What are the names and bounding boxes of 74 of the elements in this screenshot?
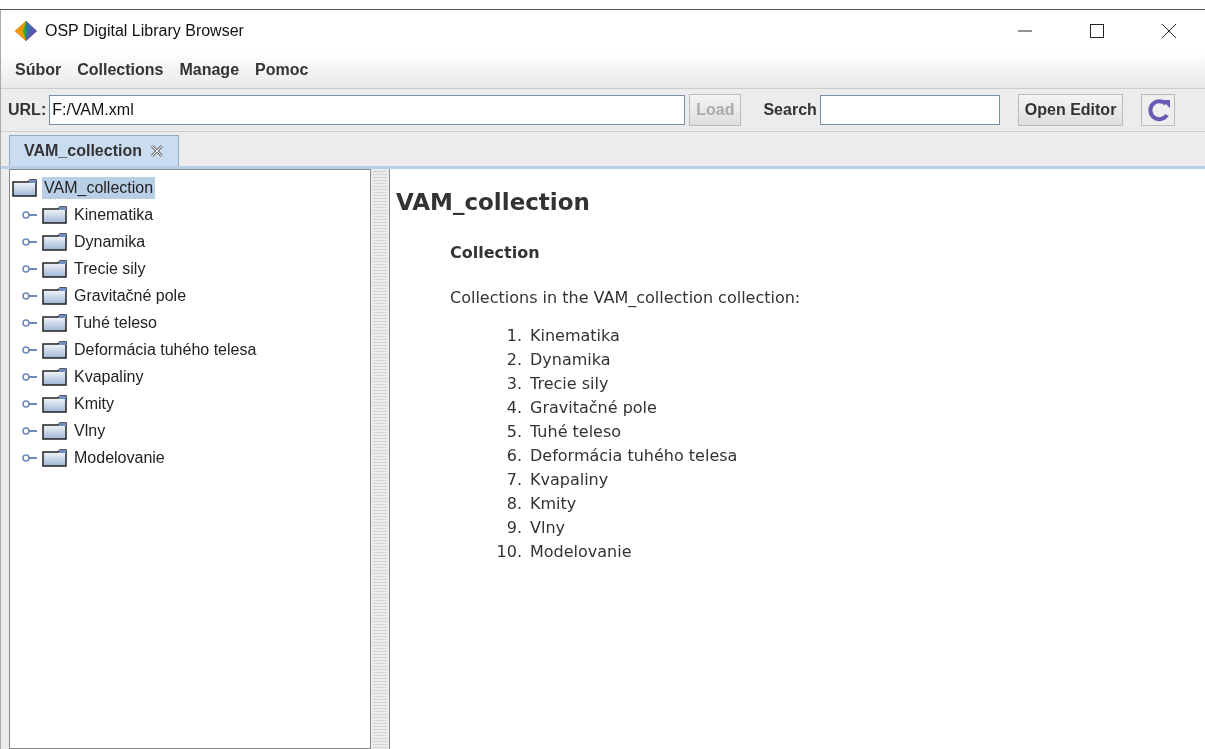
menu-item[interactable]: Súbor <box>7 55 70 85</box>
list-item: Tuhé teleso <box>530 421 623 442</box>
list-number: 1. <box>505 325 522 346</box>
search-field[interactable] <box>819 95 1000 125</box>
app-logo-icon <box>15 21 37 41</box>
folder-icon <box>42 448 68 467</box>
list-item: Vlny <box>530 517 566 538</box>
folder-icon <box>12 178 38 197</box>
list-number: 6. <box>505 445 522 466</box>
list-item: Gravitačné pole <box>530 397 658 418</box>
expand-handle-icon[interactable] <box>22 317 38 328</box>
maximize-icon <box>1089 23 1105 39</box>
list-item: Dynamika <box>530 349 612 370</box>
folder-icon <box>42 394 68 413</box>
folder-icon <box>42 421 68 440</box>
minimize-icon <box>1018 30 1032 32</box>
tree-item[interactable]: Modelovanie <box>72 446 167 469</box>
expand-handle-icon[interactable] <box>22 344 38 355</box>
expand-handle-icon[interactable] <box>22 236 38 247</box>
section-heading: Collection <box>450 243 541 262</box>
tab[interactable]: VAM_collection <box>9 135 179 166</box>
tree-item[interactable]: Trecie sily <box>72 257 148 280</box>
close-tab-icon[interactable] <box>149 144 164 158</box>
url-field[interactable]: F:/VAM.xml <box>49 95 686 125</box>
close-icon <box>1161 23 1177 39</box>
menu-item[interactable]: Manage <box>171 55 248 85</box>
list-number: 3. <box>505 373 522 394</box>
list-item: Kinematika <box>530 325 621 346</box>
tree-item[interactable]: Tuhé teleso <box>72 311 159 334</box>
list-number: 7. <box>505 469 522 490</box>
list-number: 8. <box>505 493 522 514</box>
folder-icon <box>42 286 68 305</box>
tree-item[interactable]: Kvapaliny <box>72 365 146 388</box>
expand-handle-icon[interactable] <box>22 290 38 301</box>
list-item: Kvapaliny <box>530 469 610 490</box>
window-title: OSP Digital Library Browser <box>45 22 245 40</box>
menu-item[interactable]: Pomoc <box>247 55 317 85</box>
folder-icon <box>42 313 68 332</box>
tab-label: VAM_collection <box>24 142 142 160</box>
list-number: 10. <box>495 541 522 562</box>
expand-handle-icon[interactable] <box>22 452 38 463</box>
folder-icon <box>42 205 68 224</box>
tree-item[interactable]: Vlny <box>72 419 108 442</box>
folder-icon <box>42 259 68 278</box>
expand-handle-icon[interactable] <box>22 209 38 220</box>
list-number: 9. <box>505 517 522 538</box>
tree-item[interactable]: Dynamika <box>72 230 148 253</box>
folder-icon <box>42 367 68 386</box>
refresh-button[interactable] <box>1141 94 1176 126</box>
list-item: Trecie sily <box>530 373 610 394</box>
list-item: Deformácia tuhého telesa <box>530 445 738 466</box>
url-label: URL: <box>8 101 47 119</box>
list-item: Modelovanie <box>530 541 633 562</box>
expand-handle-icon[interactable] <box>22 371 38 382</box>
tree-item[interactable]: Gravitačné pole <box>72 284 189 307</box>
tree-item[interactable]: Kinematika <box>72 203 156 226</box>
search-label: Search <box>763 101 817 119</box>
expand-handle-icon[interactable] <box>22 263 38 274</box>
tree-item[interactable]: Deformácia tuhého telesa <box>72 338 259 361</box>
page-heading: VAM_collection <box>396 189 591 215</box>
folder-icon <box>42 340 68 359</box>
menu-item[interactable]: Collections <box>69 55 172 85</box>
list-number: 4. <box>505 397 522 418</box>
folder-icon <box>42 232 68 251</box>
tree-item[interactable]: Kmity <box>72 392 116 415</box>
intro-text: Collections in the VAM_collection collection: <box>450 288 802 307</box>
expand-handle-icon[interactable] <box>22 425 38 436</box>
expand-handle-icon[interactable] <box>22 398 38 409</box>
open-editor-button[interactable]: Open Editor <box>1017 94 1124 126</box>
list-item: Kmity <box>530 493 578 514</box>
list-number: 5. <box>505 421 522 442</box>
tree-item[interactable]: VAM_collection <box>42 176 156 199</box>
list-number: 2. <box>505 349 522 370</box>
splitter-handle[interactable] <box>373 169 387 749</box>
